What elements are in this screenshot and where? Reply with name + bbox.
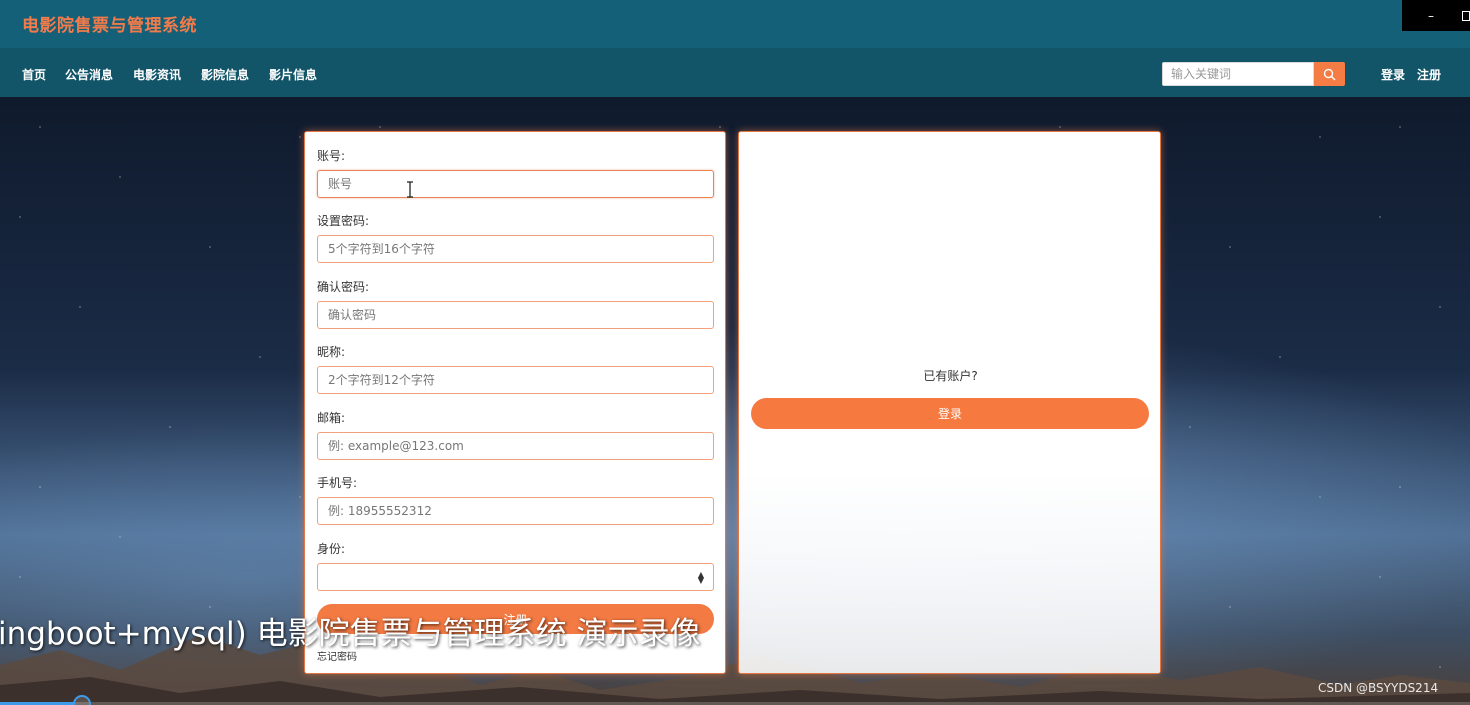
select-arrows-icon: ▲ ▼	[697, 570, 704, 585]
have-account-prompt: 已有账户?	[923, 369, 978, 383]
password-label: 设置密码:	[317, 214, 370, 228]
nickname-label: 昵称:	[317, 345, 346, 359]
nav-register-link[interactable]: 注册	[1417, 66, 1441, 83]
nav-item-announcements[interactable]: 公告消息	[65, 66, 113, 83]
email-input[interactable]	[317, 432, 714, 460]
minimize-icon[interactable]: –	[1428, 10, 1434, 22]
watermark: CSDN @BSYYDS214	[1318, 681, 1439, 695]
register-form: 账号: 设置密码: 确认密码: 昵称: 邮箱: 手机号: 身份: ▲▼ 注册 忘…	[304, 131, 726, 674]
account-input[interactable]	[317, 170, 714, 198]
account-label: 账号:	[317, 149, 346, 163]
phone-label: 手机号:	[317, 476, 358, 490]
login-button[interactable]: 登录	[751, 398, 1149, 429]
email-label: 邮箱:	[317, 411, 346, 425]
password-input[interactable]	[317, 235, 714, 263]
nickname-input[interactable]	[317, 366, 714, 394]
confirm-password-label: 确认密码:	[317, 280, 370, 294]
nav-item-home[interactable]: 首页	[22, 66, 46, 83]
text-cursor-icon	[407, 181, 413, 198]
site-title: 电影院售票与管理系统	[22, 16, 197, 36]
nav-login-link[interactable]: 登录	[1381, 66, 1405, 83]
confirm-password-input[interactable]	[317, 301, 714, 329]
nav-item-film-info[interactable]: 影片信息	[269, 66, 317, 83]
phone-input[interactable]	[317, 497, 714, 525]
identity-label: 身份:	[317, 542, 346, 556]
search-input[interactable]	[1162, 62, 1314, 86]
video-caption: ingboot+mysql) 电影院售票与管理系统 演示录像	[0, 616, 701, 652]
identity-select[interactable]: ▲ ▼	[317, 563, 714, 591]
nav-item-cinema-info[interactable]: 影院信息	[201, 66, 249, 83]
login-panel: 已有账户? 登录	[738, 131, 1161, 674]
maximize-icon[interactable]	[1462, 10, 1470, 21]
nav-item-movie-news[interactable]: 电影资讯	[133, 66, 181, 83]
window-controls: –	[1402, 0, 1470, 31]
search-button[interactable]	[1314, 62, 1345, 86]
title-bar: 电影院售票与管理系统	[0, 0, 1470, 48]
search-icon	[1323, 68, 1336, 80]
